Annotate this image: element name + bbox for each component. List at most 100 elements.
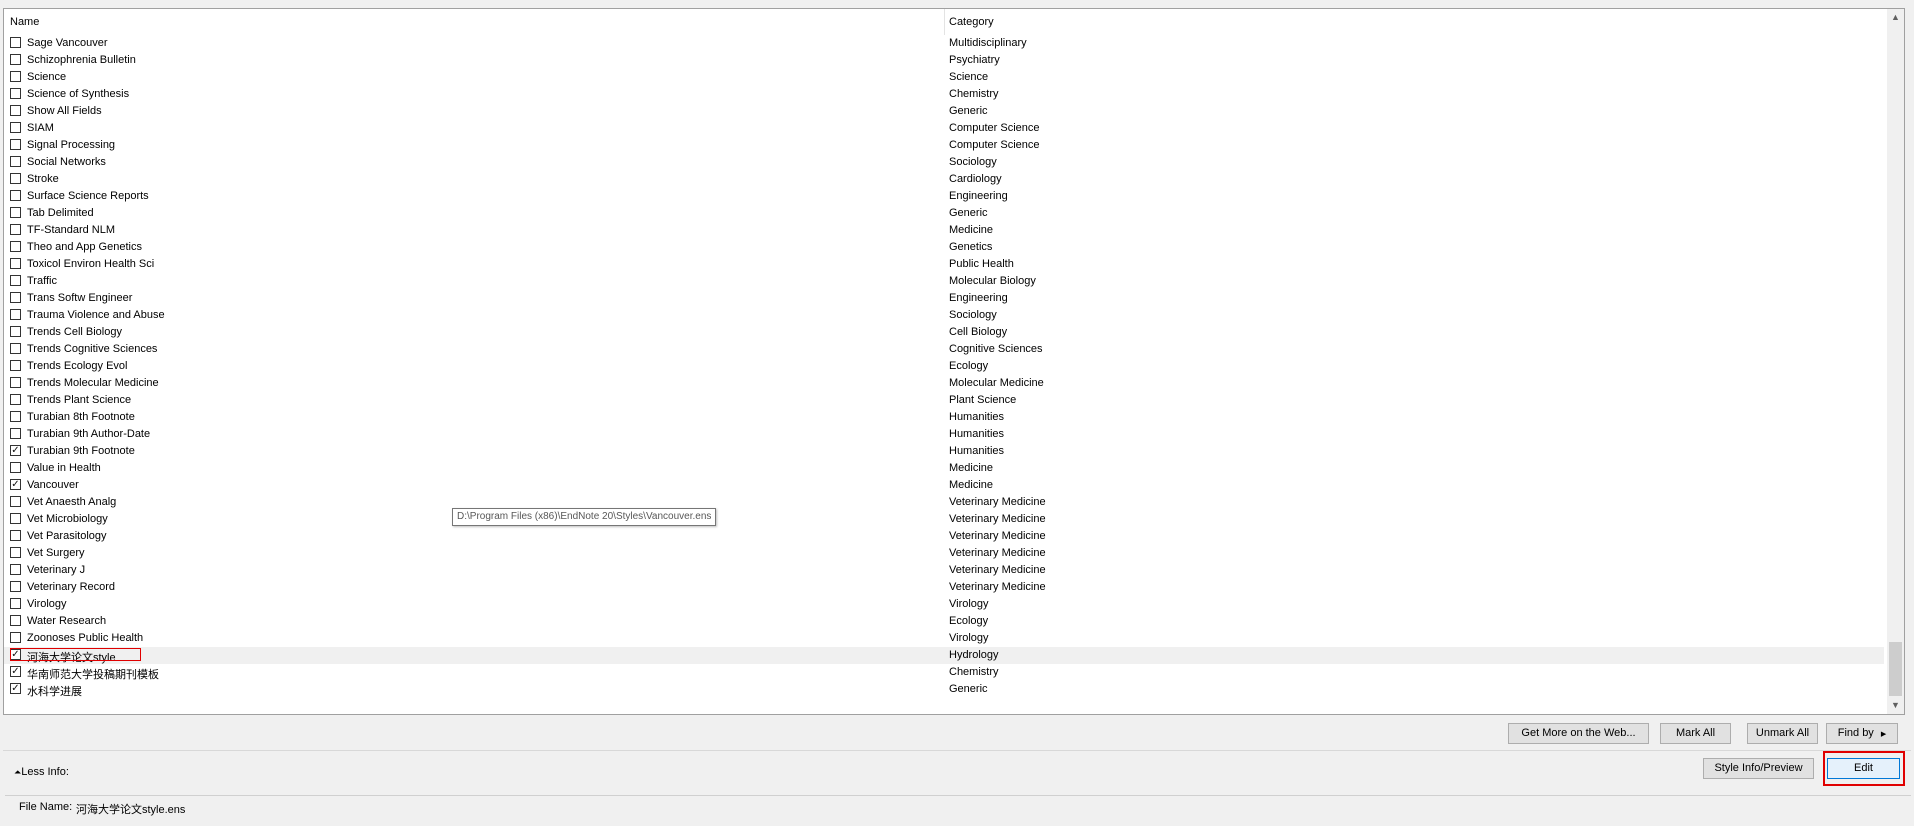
row-checkbox[interactable] [10,462,21,473]
table-row[interactable]: Science of Synthesis Chemistry [4,86,1884,103]
table-row[interactable]: TF-Standard NLM Medicine [4,222,1884,239]
table-row[interactable]: Signal Processing Computer Science [4,137,1884,154]
style-name: Sage Vancouver [27,37,108,49]
table-row[interactable]: Trends Cognitive Sciences Cognitive Scien… [4,341,1884,358]
less-info-toggle[interactable]: ⏶Less Info: [14,766,69,778]
chevron-up-icon[interactable]: ▲ [1887,9,1904,26]
table-row[interactable]: Science Science [4,69,1884,86]
style-name: Science [27,71,67,83]
row-checkbox[interactable] [10,71,21,82]
table-row[interactable]: Tab Delimited Generic [4,205,1884,222]
row-checkbox[interactable] [10,411,21,422]
table-row[interactable]: Vet Parasitology Veterinary Medicine [4,528,1884,545]
mark-all-button[interactable]: Mark All [1660,723,1731,744]
row-checkbox[interactable] [10,377,21,388]
table-row[interactable]: Trends Molecular Medicine Molecular Medic… [4,375,1884,392]
style-list[interactable]: Name Category Sage Vancouver Multidiscipl… [3,8,1905,715]
row-checkbox[interactable]: ✓ [10,479,21,490]
style-name: Turabian 8th Footnote [27,411,135,423]
row-checkbox[interactable] [10,173,21,184]
table-row[interactable]: Vet Surgery Veterinary Medicine [4,545,1884,562]
table-row[interactable]: Stroke Cardiology [4,171,1884,188]
table-row[interactable]: SIAM Computer Science [4,120,1884,137]
table-row[interactable]: Virology Virology [4,596,1884,613]
row-checkbox[interactable] [10,190,21,201]
table-row[interactable]: Trends Ecology Evol Ecology [4,358,1884,375]
column-header-name[interactable]: Name [10,16,39,28]
style-category: Veterinary Medicine [949,564,1046,576]
unmark-all-button[interactable]: Unmark All [1747,723,1818,744]
column-divider[interactable] [944,9,945,35]
row-checkbox[interactable]: ✓ [10,445,21,456]
vertical-scrollbar[interactable]: ▲ ▼ [1887,9,1904,714]
row-checkbox[interactable] [10,139,21,150]
table-row[interactable]: Show All Fields Generic [4,103,1884,120]
table-row[interactable]: Trauma Violence and Abuse Sociology [4,307,1884,324]
row-checkbox[interactable] [10,394,21,405]
style-category: Hydrology [949,649,999,661]
row-checkbox[interactable] [10,105,21,116]
table-row[interactable]: Veterinary J Veterinary Medicine [4,562,1884,579]
row-checkbox[interactable] [10,207,21,218]
scrollbar-thumb[interactable] [1889,642,1902,696]
table-row[interactable]: Turabian 8th Footnote Humanities [4,409,1884,426]
row-checkbox[interactable] [10,360,21,371]
row-checkbox[interactable] [10,428,21,439]
get-more-on-web-button[interactable]: Get More on the Web... [1508,723,1649,744]
table-row[interactable]: Trans Softw Engineer Engineering [4,290,1884,307]
style-name: Trends Cell Biology [27,326,122,338]
row-checkbox[interactable] [10,224,21,235]
row-checkbox[interactable] [10,156,21,167]
row-checkbox[interactable] [10,275,21,286]
row-checkbox[interactable] [10,598,21,609]
row-checkbox[interactable] [10,581,21,592]
row-checkbox[interactable] [10,564,21,575]
table-row[interactable]: Zoonoses Public Health Virology [4,630,1884,647]
table-row[interactable]: ✓ Vancouver Medicine [4,477,1884,494]
row-checkbox[interactable] [10,547,21,558]
row-checkbox[interactable] [10,88,21,99]
table-row[interactable]: Schizophrenia Bulletin Psychiatry [4,52,1884,69]
style-info-preview-button[interactable]: Style Info/Preview [1703,758,1814,779]
row-checkbox[interactable] [10,292,21,303]
table-row[interactable]: ✓ Turabian 9th Footnote Humanities [4,443,1884,460]
table-row[interactable]: Traffic Molecular Biology [4,273,1884,290]
style-category: Plant Science [949,394,1017,406]
style-category: Veterinary Medicine [949,547,1046,559]
table-row[interactable]: Toxicol Environ Health Sci Public Health [4,256,1884,273]
row-checkbox[interactable] [10,496,21,507]
table-row[interactable]: Veterinary Record Veterinary Medicine [4,579,1884,596]
row-checkbox[interactable] [10,632,21,643]
row-checkbox[interactable] [10,258,21,269]
row-checkbox[interactable] [10,309,21,320]
table-row[interactable]: Social Networks Sociology [4,154,1884,171]
table-row[interactable]: ✓ 华南师范大学投稿期刊模板 Chemistry [4,664,1884,681]
row-checkbox[interactable]: ✓ [10,683,21,694]
table-row[interactable]: Turabian 9th Author-Date Humanities [4,426,1884,443]
table-row[interactable]: Surface Science Reports Engineering [4,188,1884,205]
find-by-button[interactable]: Find by ▶ [1826,723,1898,744]
table-row[interactable]: Trends Plant Science Plant Science [4,392,1884,409]
table-row[interactable]: Sage Vancouver Multidisciplinary [4,35,1884,52]
table-row[interactable]: Vet Anaesth Analg Veterinary Medicine [4,494,1884,511]
table-row[interactable]: ✓ 河海大学论文style Hydrology [4,647,1884,664]
row-checkbox[interactable] [10,530,21,541]
row-checkbox[interactable] [10,513,21,524]
row-checkbox[interactable] [10,241,21,252]
table-row[interactable]: Water Research Ecology [4,613,1884,630]
table-row[interactable]: Trends Cell Biology Cell Biology [4,324,1884,341]
table-row[interactable]: Value in Health Medicine [4,460,1884,477]
column-header-category[interactable]: Category [949,16,994,28]
chevron-down-icon[interactable]: ▼ [1887,697,1904,714]
table-row[interactable]: Vet Microbiology Veterinary Medicine [4,511,1884,528]
table-row[interactable]: Theo and App Genetics Genetics [4,239,1884,256]
row-checkbox[interactable] [10,615,21,626]
table-row[interactable]: ✓ 水科学进展 Generic [4,681,1884,698]
row-checkbox[interactable]: ✓ [10,666,21,677]
row-checkbox[interactable] [10,54,21,65]
row-checkbox[interactable] [10,122,21,133]
row-checkbox[interactable] [10,343,21,354]
row-checkbox[interactable] [10,37,21,48]
style-category: Multidisciplinary [949,37,1027,49]
row-checkbox[interactable] [10,326,21,337]
